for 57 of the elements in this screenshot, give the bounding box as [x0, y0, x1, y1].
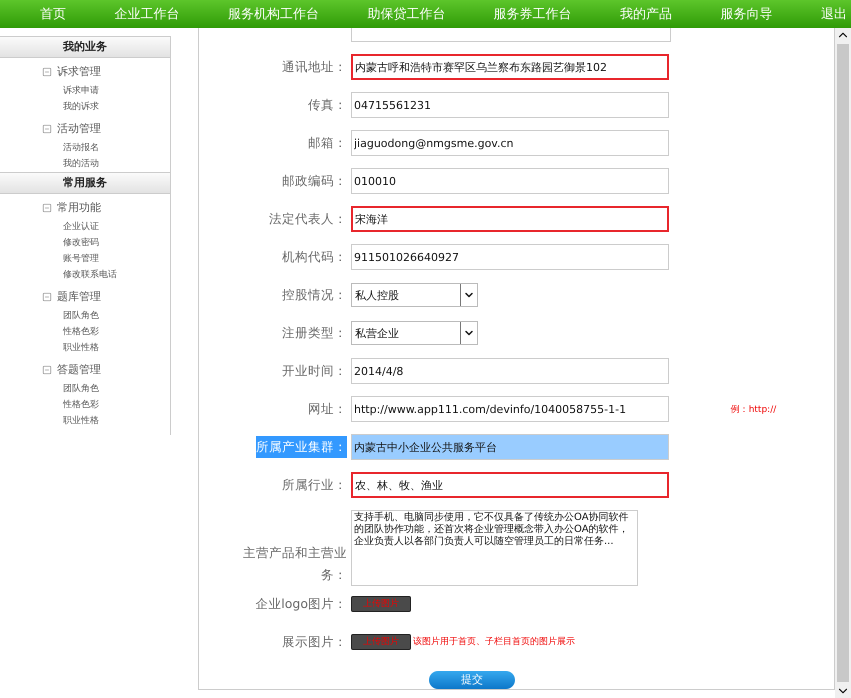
input-field[interactable]: 内蒙古中小企业公共服务平台: [351, 434, 669, 460]
input-field[interactable]: 内蒙古呼和浩特市赛罕区乌兰察布东路园艺御景102: [351, 54, 669, 80]
sidebar-link[interactable]: 修改密码: [0, 235, 170, 251]
select-field[interactable]: 私营企业: [351, 321, 478, 345]
scrollbar[interactable]: [835, 28, 851, 698]
input-field[interactable]: 04715561231: [351, 92, 669, 118]
collapse-icon[interactable]: [42, 124, 52, 134]
field-label: 所属产业集群：: [256, 436, 347, 458]
input-field[interactable]: http://www.app111.com/devinfo/1040058755-1-1: [351, 396, 669, 422]
field-label: 网址：: [308, 400, 347, 418]
field-label: 邮箱：: [308, 134, 347, 152]
input-field[interactable]: 宋海洋: [351, 206, 669, 232]
field-label: 所属行业：: [282, 476, 347, 494]
field-label: 企业logo图片：: [255, 594, 347, 613]
field-label: 传真：: [308, 96, 347, 114]
sidebar-link[interactable]: 诉求申请: [0, 83, 170, 99]
input-field[interactable]: 010010: [351, 168, 669, 194]
field-label: 邮政编码：: [282, 172, 347, 190]
group-title[interactable]: 活动管理: [57, 121, 101, 136]
sidebar-link[interactable]: 我的诉求: [0, 99, 170, 115]
sidebar-link[interactable]: 我的活动: [0, 156, 170, 172]
input-field[interactable]: 2014/4/8: [351, 358, 669, 384]
sidebar-link[interactable]: 账号管理: [0, 251, 170, 267]
collapse-icon[interactable]: [42, 66, 52, 76]
sidebar-link[interactable]: 职业性格: [0, 413, 170, 429]
sidebar-link[interactable]: 职业性格: [0, 340, 170, 356]
section-header: 我的业务: [0, 36, 170, 58]
input-field[interactable]: jiaguodong@nmgsme.gov.cn: [351, 130, 669, 156]
sidebar-link[interactable]: 企业认证: [0, 219, 170, 235]
sidebar-link[interactable]: 团队角色: [0, 381, 170, 397]
field-label: 开业时间：: [282, 362, 347, 380]
collapse-icon[interactable]: [42, 292, 52, 302]
collapse-icon[interactable]: [42, 364, 52, 374]
input-field[interactable]: 911501026640927: [351, 244, 669, 270]
sidebar-link[interactable]: 性格色彩: [0, 397, 170, 413]
sidebar-link[interactable]: 团队角色: [0, 308, 170, 324]
field-label: 机构代码：: [282, 248, 347, 266]
hint-text: 例：http://: [730, 404, 778, 416]
field-label: 通讯地址：: [282, 58, 347, 76]
group-title[interactable]: 答题管理: [57, 362, 101, 377]
field-label: 展示图片：: [282, 632, 347, 651]
group-title[interactable]: 常用功能: [57, 200, 101, 215]
field-label: 控股情况：: [282, 286, 347, 304]
field-label: 主营产品和主营业务：: [242, 544, 347, 584]
sidebar-link[interactable]: 性格色彩: [0, 324, 170, 340]
select-field[interactable]: 私人控股: [351, 283, 478, 307]
field-label: 注册类型：: [282, 324, 347, 342]
text-area[interactable]: 支持手机、电脑同步使用，它不仅具备了传统办公OA协同软件的团队协作功能，还首次将企业管理概念带入办公OA的软件，企业负责人以各部门负责人可以随空管理员工的日常任务...: [351, 510, 638, 586]
section-header: 常用服务: [0, 172, 170, 194]
hint-text: 该图片用于首页、子栏目首页的图片展示: [413, 636, 575, 648]
collapse-icon[interactable]: [42, 202, 52, 212]
sidebar-link[interactable]: 修改联系电话: [0, 267, 170, 283]
input-field[interactable]: 农、林、牧、渔业: [351, 472, 669, 498]
sidebar-link[interactable]: 活动报名: [0, 140, 170, 156]
group-title[interactable]: 诉求管理: [57, 64, 101, 79]
field-label: 法定代表人：: [269, 210, 347, 228]
group-title[interactable]: 题库管理: [57, 289, 101, 304]
